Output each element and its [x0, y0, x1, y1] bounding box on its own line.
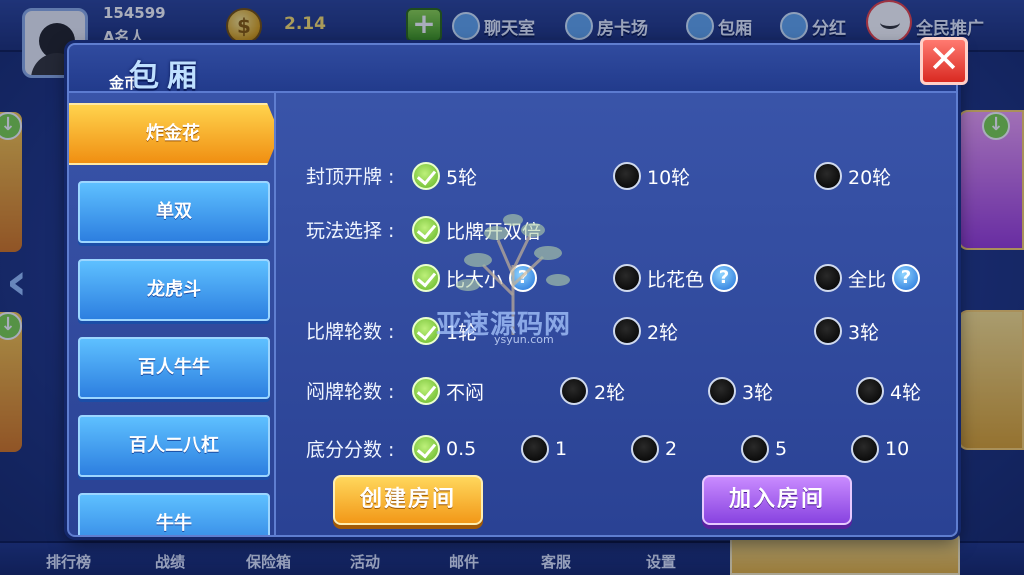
help-icon[interactable]: ? [892, 264, 921, 292]
row-label-base-score: 底分分数 : [306, 439, 395, 461]
radio-icon [856, 377, 884, 405]
option-cap-10[interactable]: 10轮 [613, 161, 690, 191]
row-label-blind-rounds: 闷牌轮数 : [306, 381, 395, 403]
checked-radio-icon [412, 377, 440, 405]
option-cap-20[interactable]: 20轮 [814, 161, 891, 191]
option-compare-suit[interactable]: 比花色? [613, 263, 739, 293]
create-room-button[interactable]: 创建房间 [333, 475, 483, 525]
tab-long-hu-dou[interactable]: 龙虎斗 [78, 259, 270, 321]
checked-radio-icon [412, 216, 440, 244]
radio-icon [631, 435, 659, 463]
option-cap-5[interactable]: 5轮 [412, 161, 477, 191]
option-compare-round-2[interactable]: 2轮 [613, 316, 678, 346]
join-room-button[interactable]: 加入房间 [702, 475, 852, 525]
radio-icon [814, 317, 842, 345]
radio-icon [613, 317, 641, 345]
option-blind-4[interactable]: 4轮 [856, 376, 921, 406]
close-button[interactable]: ✕ [920, 37, 968, 85]
option-blind-none[interactable]: 不闷 [412, 376, 484, 406]
watermark-url: ysyun.com [494, 333, 554, 346]
option-base-1[interactable]: 1 [521, 434, 567, 464]
row-label-cap: 封顶开牌 : [306, 166, 395, 188]
checked-radio-icon [412, 264, 440, 292]
radio-icon [613, 162, 641, 190]
radio-icon [708, 377, 736, 405]
tab-zha-jin-hua[interactable]: 炸金花 [69, 103, 274, 165]
row-label-compare-rounds: 比牌轮数 : [306, 321, 395, 343]
dialog-header: 金币 包厢 [69, 45, 956, 94]
tab-niu-niu[interactable]: 牛牛 [78, 493, 270, 535]
option-compare-round-3[interactable]: 3轮 [814, 316, 879, 346]
room-settings-panel: 封顶开牌 : 5轮 10轮 20轮 玩法选择 : 比牌开双倍 比大小? 比花色?… [274, 93, 958, 537]
option-base-5[interactable]: 5 [741, 434, 787, 464]
radio-icon [741, 435, 769, 463]
radio-icon [521, 435, 549, 463]
radio-icon [851, 435, 879, 463]
dialog-title: 包厢 [129, 59, 205, 94]
radio-icon [814, 162, 842, 190]
checked-radio-icon [412, 435, 440, 463]
option-blind-2[interactable]: 2轮 [560, 376, 625, 406]
radio-icon [814, 264, 842, 292]
radio-icon [560, 377, 588, 405]
radio-icon [613, 264, 641, 292]
help-icon[interactable]: ? [710, 264, 739, 292]
tab-bai-ren-er-ba-gang[interactable]: 百人二八杠 [78, 415, 270, 477]
option-base-2[interactable]: 2 [631, 434, 677, 464]
tab-bai-ren-niu-niu[interactable]: 百人牛牛 [78, 337, 270, 399]
option-blind-3[interactable]: 3轮 [708, 376, 773, 406]
option-base-0-5[interactable]: 0.5 [412, 434, 476, 464]
tab-dan-shuang[interactable]: 单双 [78, 181, 270, 243]
game-tabs: 炸金花 单双 龙虎斗 百人牛牛 百人二八杠 牛牛 [69, 95, 274, 535]
option-base-10[interactable]: 10 [851, 434, 909, 464]
option-compare-all[interactable]: 全比? [814, 263, 921, 293]
checked-radio-icon [412, 162, 440, 190]
row-label-play-mode: 玩法选择 : [306, 220, 395, 242]
